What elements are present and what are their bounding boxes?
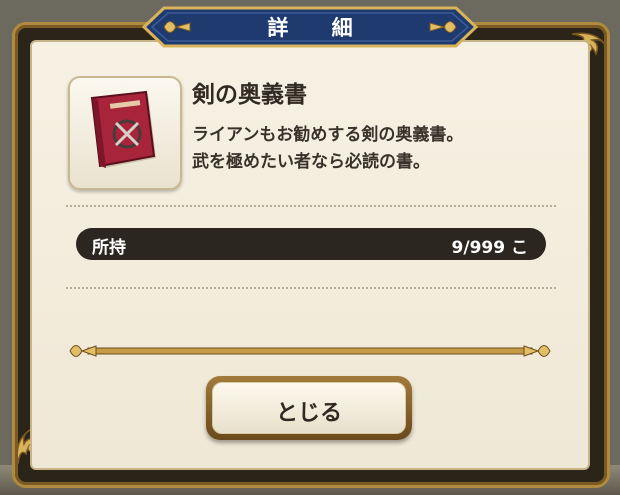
owned-value: 9/999 こ bbox=[451, 238, 528, 258]
item-description-line: 武を極めたい者なら必読の書。 bbox=[192, 152, 430, 172]
owned-label: 所持 bbox=[92, 238, 126, 258]
close-button[interactable]: とじる bbox=[206, 376, 412, 440]
close-button-face[interactable]: とじる bbox=[212, 382, 406, 434]
item-icon-frame bbox=[68, 76, 182, 190]
dialog-title: 詳 細 bbox=[267, 16, 371, 40]
red-book-icon bbox=[90, 90, 156, 168]
item-description: ライアンもお勧めする剣の奥義書。 武を極めたい者なら必読の書。 bbox=[192, 122, 463, 176]
item-description-line: ライアンもお勧めする剣の奥義書。 bbox=[192, 125, 464, 145]
gold-divider bbox=[69, 345, 551, 357]
close-button-label[interactable]: とじる bbox=[213, 395, 405, 427]
dotted-separator bbox=[66, 287, 556, 289]
item-name: 剣の奥義書 bbox=[192, 82, 307, 108]
dotted-separator bbox=[66, 205, 556, 207]
